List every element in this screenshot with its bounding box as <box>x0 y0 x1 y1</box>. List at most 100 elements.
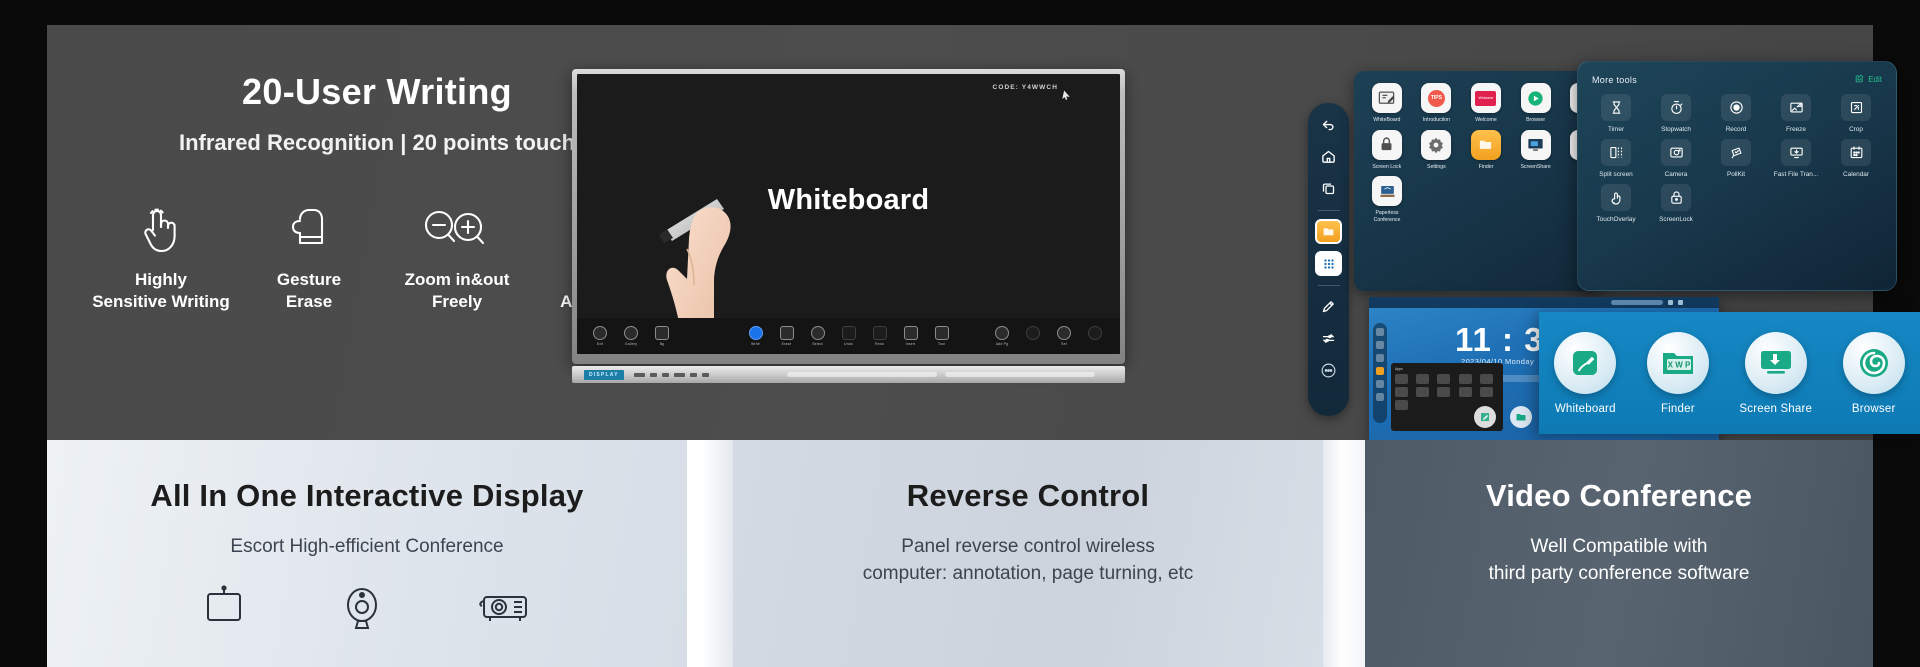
more-dots-icon[interactable] <box>1315 358 1342 383</box>
app-finder[interactable]: Finder <box>1467 129 1505 171</box>
popup-app[interactable] <box>1395 374 1408 384</box>
toolbar-label: Exit <box>596 342 604 346</box>
dock-item[interactable] <box>1376 341 1384 349</box>
toolbar-erase-button[interactable]: Erase <box>776 326 798 346</box>
tool-timer[interactable]: Timer <box>1592 94 1640 133</box>
tool-stopwatch[interactable]: Stopwatch <box>1652 94 1700 133</box>
panel-subtitle: Well Compatible with third party confere… <box>1488 536 1750 584</box>
toolbar-undo-button[interactable]: Undo <box>838 326 860 346</box>
toolbar-divider <box>1317 283 1340 287</box>
svg-text:X W P: X W P <box>1668 360 1691 369</box>
toolbar-label: Bg <box>659 342 665 346</box>
multitask-icon[interactable] <box>1315 176 1342 201</box>
toolbar-button[interactable]: Gallery <box>620 326 642 346</box>
feature-label: Zoom in&out Freely <box>404 270 510 312</box>
edit-button[interactable]: Edit <box>1855 74 1882 85</box>
app-screenshare[interactable]: ScreenShare <box>1517 129 1555 171</box>
app-label: Finder <box>1478 163 1494 170</box>
popup-app[interactable] <box>1458 387 1472 397</box>
finder-dock-icon[interactable] <box>1510 406 1532 428</box>
popup-app[interactable] <box>1437 387 1451 397</box>
finder-app-icon <box>1470 129 1501 160</box>
settings-app-icon <box>1421 129 1452 160</box>
toolbar-select-button[interactable]: Select <box>807 326 829 346</box>
app-whiteboard[interactable]: WhiteBoard <box>1368 83 1406 124</box>
tool-crop[interactable]: Crop <box>1832 94 1880 133</box>
app-browser[interactable]: Browser <box>1517 83 1555 124</box>
popup-app[interactable] <box>1416 387 1430 397</box>
tv-display-icon <box>201 584 247 630</box>
home-icon[interactable] <box>1315 144 1342 169</box>
apps-grid-icon[interactable] <box>1315 251 1342 276</box>
popup-app[interactable] <box>1479 387 1493 397</box>
dock-item-finder[interactable] <box>1376 367 1384 375</box>
popup-app[interactable] <box>1437 374 1451 384</box>
quick-app-screen-share[interactable]: Screen Share <box>1739 331 1812 415</box>
tool-touch-overlay[interactable]: TouchOverlay <box>1592 184 1640 223</box>
toolbar-button[interactable]: Exit <box>589 326 611 346</box>
screen-lock-app-icon <box>1371 129 1402 160</box>
popup-app[interactable] <box>1395 387 1408 397</box>
tool-label: Timer <box>1607 126 1625 133</box>
toolbar-settings-button[interactable]: Set <box>1053 326 1075 346</box>
toolbar-insert-button[interactable]: Insert <box>900 326 922 346</box>
tool-split-screen[interactable]: Split screen <box>1592 139 1640 178</box>
app-label: Welcome <box>1475 117 1497 123</box>
popup-app[interactable] <box>1416 374 1430 384</box>
tool-pollkit[interactable]: PollKit <box>1712 139 1760 178</box>
quick-app-whiteboard[interactable]: Whiteboard <box>1554 331 1617 415</box>
toolbar-redo-button[interactable]: Redo <box>869 326 891 346</box>
tool-freeze[interactable]: Freeze <box>1772 94 1820 133</box>
toolbar-add-page-button[interactable]: Add Pg <box>991 326 1013 346</box>
tool-screen-lock[interactable]: ScreenLock <box>1652 184 1700 223</box>
file-transfer-icon[interactable] <box>1315 326 1342 351</box>
toolbar-label: Select <box>812 342 823 346</box>
tool-calendar[interactable]: Calendar <box>1832 139 1880 178</box>
app-introduction[interactable]: TIPS Introduction <box>1418 83 1456 124</box>
zoom-in-out-icon <box>421 200 493 258</box>
toolbar-close-button[interactable] <box>1084 326 1106 342</box>
display-screen[interactable]: CODE: Y4WWCH Whiteboard Exit Gallery Bg … <box>577 74 1120 354</box>
calendar-icon <box>1841 139 1871 166</box>
page-root: 20-User Writing Infrared Recognition | 2… <box>0 0 1920 667</box>
display-base-bar: DISPLAY <box>572 366 1125 383</box>
app-label: Settings <box>1427 163 1446 170</box>
tool-fast-file-transfer[interactable]: Fast File Tran... <box>1772 139 1820 178</box>
toolbar-button[interactable]: Bg <box>651 326 673 346</box>
feature-label: Highly Sensitive Writing <box>92 270 230 312</box>
app-settings[interactable]: Settings <box>1418 129 1456 171</box>
toolbar-label: Add Pg <box>995 342 1009 346</box>
dock-item[interactable] <box>1376 393 1384 401</box>
annotation-pen-icon[interactable] <box>1315 294 1342 319</box>
popup-app[interactable] <box>1458 374 1472 384</box>
quick-app-finder[interactable]: X W P Finder <box>1646 331 1709 415</box>
quick-app-browser[interactable]: Browser <box>1842 331 1905 415</box>
toolbar-left-group: Exit Gallery Bg <box>589 326 673 346</box>
whiteboard-dock-icon[interactable] <box>1474 406 1496 428</box>
more-tools-grid: Timer Stopwatch Record Freeze Crop Split… <box>1592 94 1882 223</box>
quick-app-label: Finder <box>1660 402 1695 415</box>
toolbar-pen-button[interactable]: Write <box>745 326 767 346</box>
popup-app[interactable] <box>1479 374 1493 384</box>
app-screen-lock[interactable]: Screen Lock <box>1368 129 1406 171</box>
popup-app[interactable] <box>1395 400 1408 410</box>
app-grid-panel: WhiteBoard TIPS Introduction Welcome Wel… <box>1354 71 1604 291</box>
app-welcome[interactable]: Welcome Welcome <box>1467 83 1505 124</box>
dock-item[interactable] <box>1376 328 1384 336</box>
back-arrow-icon[interactable] <box>1315 112 1342 137</box>
fast-file-transfer-icon <box>1781 139 1811 166</box>
crop-icon <box>1841 94 1871 121</box>
popup-grid <box>1395 374 1499 410</box>
tool-record[interactable]: Record <box>1712 94 1760 133</box>
projector-icon <box>477 587 533 627</box>
toolbar-page-indicator[interactable] <box>1022 326 1044 342</box>
tool-camera[interactable]: Camera <box>1652 139 1700 178</box>
toolbar-divider <box>1317 208 1340 212</box>
stopwatch-icon <box>1661 94 1691 121</box>
app-paperless-conference[interactable]: Paperless Conference <box>1368 176 1406 223</box>
dock-item[interactable] <box>1376 354 1384 362</box>
finder-folder-icon[interactable] <box>1315 219 1342 244</box>
toolbar-tool-button[interactable]: Tool <box>931 326 953 346</box>
dock-item[interactable] <box>1376 380 1384 388</box>
tool-label: PollKit <box>1726 171 1746 178</box>
